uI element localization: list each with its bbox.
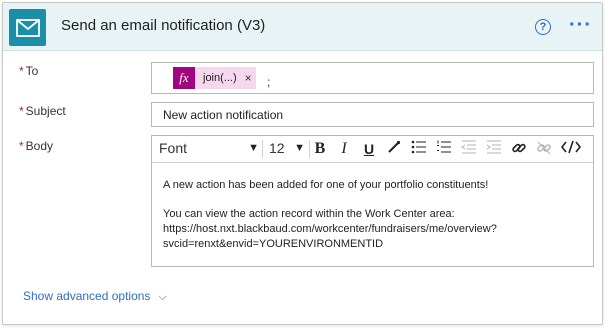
decrease-indent-icon[interactable] — [459, 140, 479, 158]
token-remove-icon[interactable]: × — [245, 71, 252, 85]
body-editor[interactable]: Font ▼ 12 ▼ B I U A new action has been … — [151, 135, 594, 267]
expression-token[interactable]: fx join(...) × — [173, 67, 256, 89]
to-label: * To — [19, 64, 39, 78]
to-field[interactable]: fx join(...) × ; — [151, 62, 594, 94]
mail-icon — [9, 9, 46, 46]
subject-label: * Subject — [19, 104, 66, 118]
card-header[interactable]: Send an email notification (V3) ? ··· — [3, 3, 602, 51]
help-icon[interactable]: ? — [535, 19, 551, 35]
font-dropdown[interactable]: Font ▼ — [159, 140, 259, 158]
body-paragraph: A new action has been added for one of y… — [163, 179, 489, 191]
underline-button[interactable]: U — [359, 140, 379, 158]
recipient-separator: ; — [267, 75, 271, 89]
font-size-dropdown[interactable]: 12 ▼ — [269, 140, 305, 158]
subject-field[interactable]: New action notification — [151, 102, 594, 127]
link-icon[interactable] — [509, 140, 529, 158]
required-mark: * — [19, 64, 24, 78]
toolbar-divider — [262, 140, 263, 158]
action-card: Send an email notification (V3) ? ··· * T… — [2, 2, 603, 325]
body-paragraph: You can view the action record within th… — [163, 208, 497, 250]
chevron-down-icon: ⌵ — [158, 291, 167, 303]
required-mark: * — [19, 104, 24, 118]
chevron-down-icon: ▼ — [294, 142, 305, 154]
required-mark: * — [19, 139, 24, 153]
bold-button[interactable]: B — [310, 140, 330, 158]
show-advanced-options-link[interactable]: Show advanced options ⌵ — [23, 289, 167, 304]
token-label: join(...) — [203, 72, 237, 84]
more-options-icon[interactable]: ··· — [569, 15, 597, 35]
numbered-list-icon[interactable] — [434, 140, 454, 158]
function-icon: fx — [173, 67, 195, 89]
chevron-down-icon: ▼ — [248, 142, 259, 154]
pen-icon[interactable] — [384, 140, 404, 158]
bulleted-list-icon[interactable] — [409, 140, 429, 158]
body-label: * Body — [19, 139, 54, 153]
card-title: Send an email notification (V3) — [61, 17, 266, 34]
unlink-icon[interactable] — [534, 140, 554, 158]
body-content[interactable]: A new action has been added for one of y… — [163, 178, 588, 266]
italic-button[interactable]: I — [334, 140, 354, 158]
increase-indent-icon[interactable] — [484, 140, 504, 158]
rich-text-toolbar: Font ▼ 12 ▼ B I U — [152, 136, 593, 163]
code-view-icon[interactable] — [559, 140, 583, 158]
